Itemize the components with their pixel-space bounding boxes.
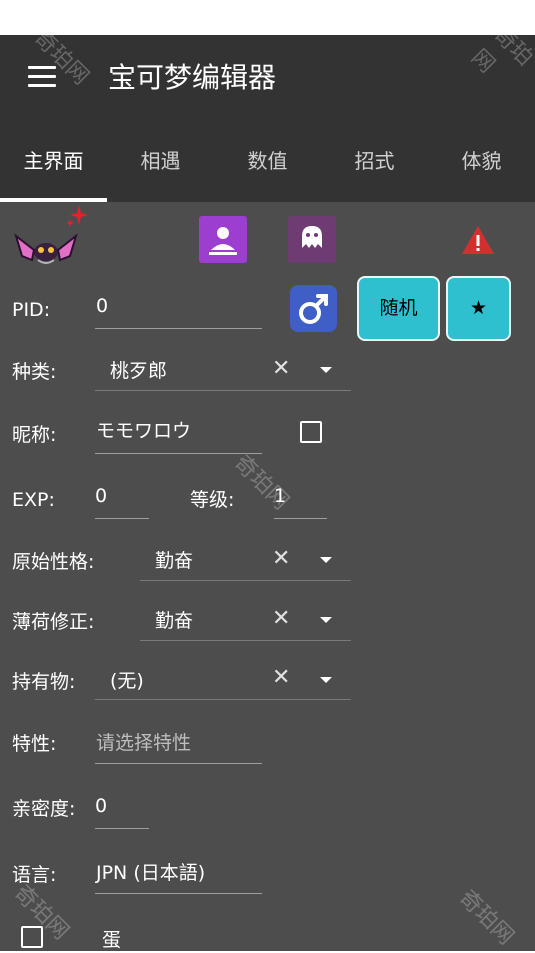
nature-select[interactable]: 勤奋 bbox=[155, 548, 193, 574]
mint-label: 薄荷修正: bbox=[12, 611, 95, 633]
tab-main[interactable]: 主界面 bbox=[0, 145, 107, 177]
favorite-star-button[interactable]: ★ bbox=[446, 276, 511, 341]
friendship-input[interactable]: 0 bbox=[95, 793, 107, 819]
mint-underline bbox=[140, 640, 351, 641]
level-underline bbox=[274, 518, 327, 519]
nature-label: 原始性格: bbox=[12, 551, 95, 573]
nickname-label: 昵称: bbox=[12, 424, 57, 446]
species-clear-icon[interactable]: ✕ bbox=[272, 358, 290, 380]
status-bar bbox=[0, 0, 535, 35]
mint-dropdown-icon[interactable] bbox=[320, 617, 332, 623]
egg-label: 蛋 bbox=[102, 929, 122, 951]
ability-label: 特性: bbox=[12, 733, 57, 755]
nickname-underline bbox=[95, 453, 262, 454]
mint-clear-icon[interactable]: ✕ bbox=[272, 608, 290, 630]
nature-dropdown-icon[interactable] bbox=[320, 557, 332, 563]
tab-moves[interactable]: 招式 bbox=[321, 145, 428, 177]
exp-input[interactable]: 0 bbox=[95, 483, 107, 509]
exp-label: EXP: bbox=[12, 489, 55, 511]
species-dropdown-icon[interactable] bbox=[320, 367, 332, 373]
exp-underline bbox=[95, 518, 149, 519]
mint-select[interactable]: 勤奋 bbox=[155, 608, 193, 634]
species-underline bbox=[95, 390, 351, 391]
friendship-underline bbox=[95, 828, 149, 829]
level-label: 等级: bbox=[190, 489, 235, 511]
held-item-underline bbox=[95, 699, 351, 700]
pid-label: PID: bbox=[12, 299, 51, 321]
menu-icon[interactable] bbox=[28, 66, 56, 88]
held-item-dropdown-icon[interactable] bbox=[320, 677, 332, 683]
species-label: 种类: bbox=[12, 361, 57, 383]
nature-clear-icon[interactable]: ✕ bbox=[272, 548, 290, 570]
pid-underline bbox=[95, 328, 262, 329]
pid-input[interactable]: 0 bbox=[96, 293, 108, 319]
nickname-input[interactable]: モモワロウ bbox=[96, 418, 191, 444]
male-gender-icon[interactable] bbox=[290, 285, 337, 332]
held-item-clear-icon[interactable]: ✕ bbox=[272, 667, 290, 689]
person-box-icon[interactable] bbox=[199, 216, 247, 263]
language-underline bbox=[95, 893, 262, 894]
warning-icon[interactable] bbox=[460, 224, 496, 256]
random-button[interactable]: 随机 bbox=[357, 276, 440, 341]
held-item-select[interactable]: (无) bbox=[110, 668, 144, 694]
species-select[interactable]: 桃歹郎 bbox=[110, 358, 167, 384]
ability-underline bbox=[95, 763, 262, 764]
friendship-label: 亲密度: bbox=[12, 798, 76, 820]
app-title: 宝可梦编辑器 bbox=[108, 61, 277, 94]
nickname-checkbox[interactable] bbox=[300, 421, 322, 443]
tab-encounter[interactable]: 相遇 bbox=[107, 145, 214, 177]
language-input[interactable]: JPN (日本語) bbox=[96, 860, 205, 886]
shiny-sparkle-icon bbox=[66, 205, 88, 227]
held-item-label: 持有物: bbox=[12, 671, 76, 693]
ghost-icon[interactable] bbox=[288, 216, 336, 263]
ability-input[interactable]: 请选择特性 bbox=[96, 730, 191, 756]
tab-appearance[interactable]: 体貌 bbox=[428, 145, 535, 177]
tab-stats[interactable]: 数值 bbox=[214, 145, 321, 177]
nature-underline bbox=[140, 580, 351, 581]
